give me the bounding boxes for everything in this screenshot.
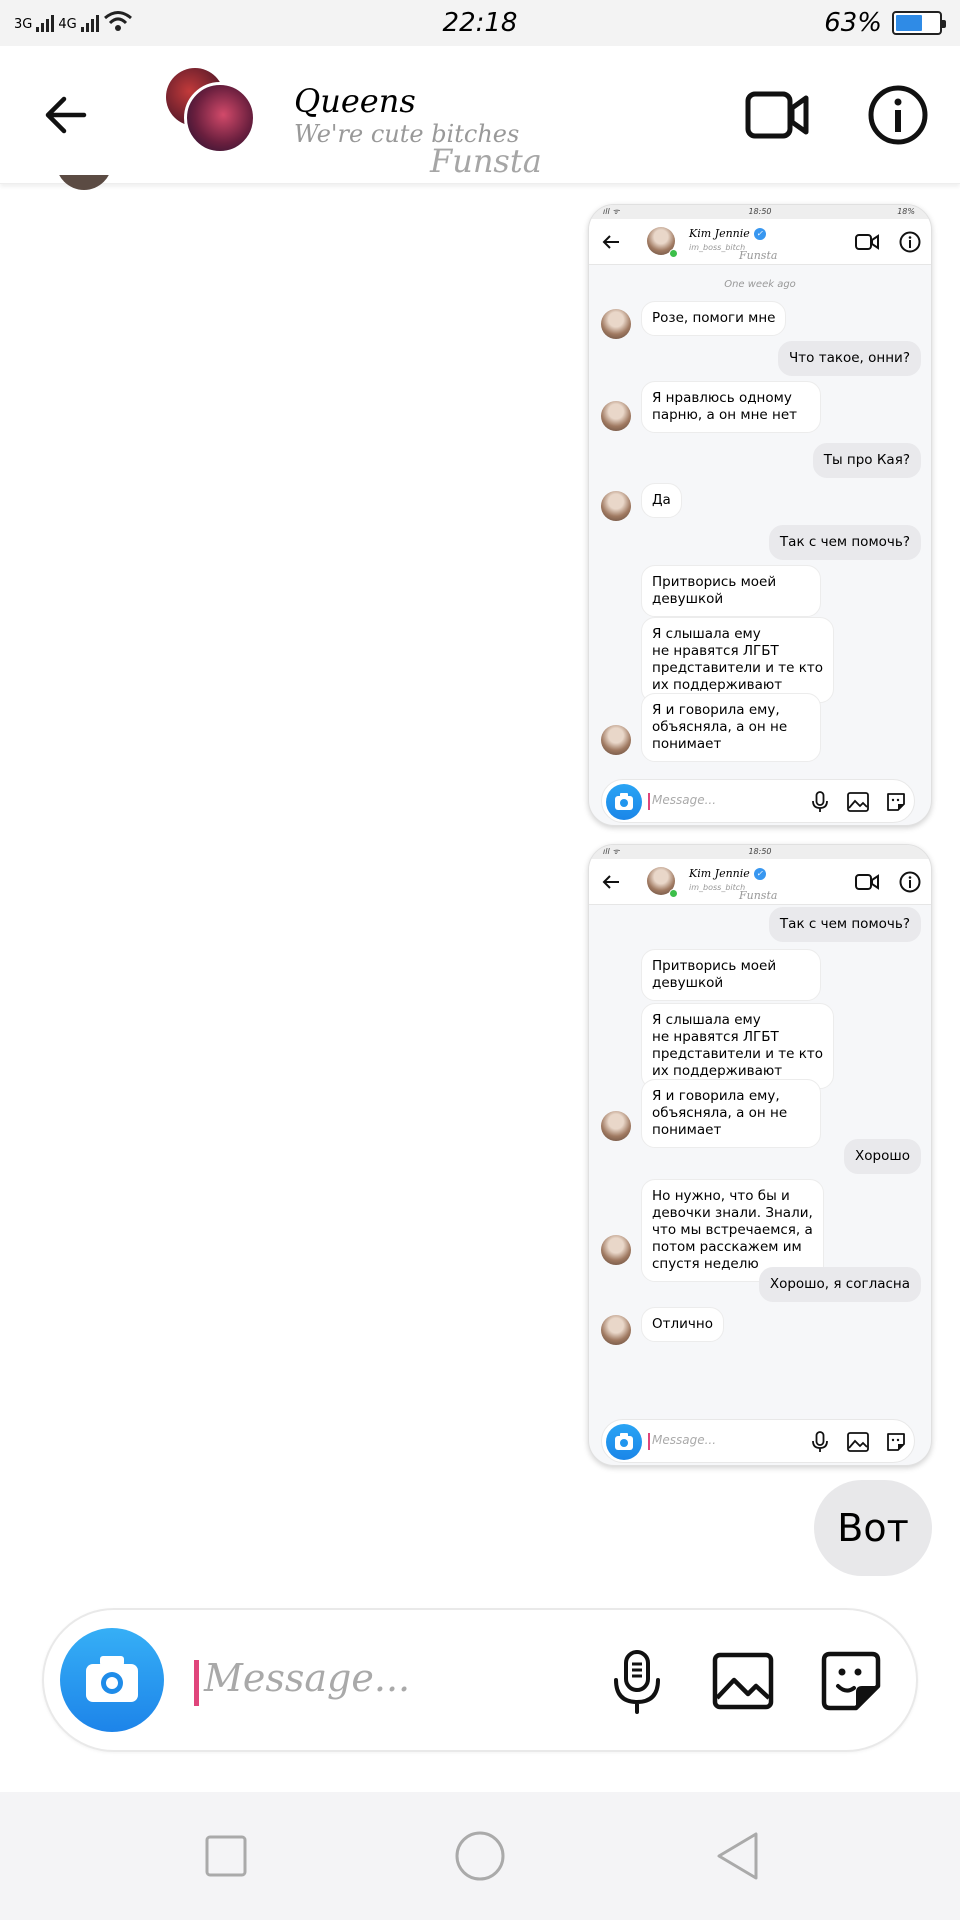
mini-placeholder: Message... bbox=[652, 1433, 717, 1447]
microphone-icon bbox=[812, 1431, 828, 1452]
arrow-left-icon[interactable] bbox=[40, 90, 90, 140]
mini-header: Kim Jennie ✓ im_boss_bitch Funsta bbox=[589, 219, 931, 265]
clock: 22:18 bbox=[442, 8, 518, 38]
mini-composer: Message... bbox=[601, 1419, 915, 1463]
video-camera-icon bbox=[855, 234, 879, 250]
sticker-icon bbox=[887, 793, 905, 811]
mini-sent-message: Так с чем помочь? bbox=[768, 525, 921, 560]
mini-received-message: Я слышала ему не нравятся ЛГБТ представи… bbox=[641, 1003, 834, 1089]
shared-screenshot-2[interactable]: ıll ᯤ 18:50 Kim Jennie ✓ im_boss_bitch Fun… bbox=[588, 844, 932, 1466]
online-dot bbox=[669, 889, 678, 898]
contact-username: im_boss_bitch bbox=[689, 883, 746, 892]
mini-composer: Message... bbox=[601, 779, 915, 823]
mini-received-message: Я и говорила ему, объясняла, а он не пон… bbox=[641, 1079, 821, 1148]
image-icon[interactable] bbox=[710, 1648, 776, 1714]
chat-header: Queens We're cute bitches Funsta bbox=[0, 46, 960, 184]
system-nav-bar bbox=[0, 1792, 960, 1920]
mini-received-message: Да bbox=[641, 483, 682, 518]
mini-header: Kim Jennie ✓ im_boss_bitch Funsta bbox=[589, 859, 931, 905]
mini-placeholder: Message... bbox=[652, 793, 717, 807]
mini-sent-message: Хорошо bbox=[844, 1139, 921, 1174]
contact-name: Kim Jennie ✓ bbox=[689, 867, 766, 880]
status-bar: 3G 4G 22:18 63% bbox=[0, 0, 960, 46]
mini-received-message: Притворись моей девушкой bbox=[641, 949, 821, 1001]
mini-thread: Так с чем помочь? Притворись моей девушко… bbox=[589, 905, 931, 1405]
sent-message-bubble[interactable]: Вот bbox=[814, 1480, 932, 1576]
chat-title[interactable]: Queens bbox=[294, 82, 416, 120]
avatar bbox=[601, 1235, 631, 1265]
message-composer: Message... bbox=[42, 1608, 918, 1752]
sticker-icon bbox=[887, 1433, 905, 1451]
arrow-left-icon bbox=[602, 875, 619, 889]
microphone-icon[interactable] bbox=[604, 1648, 670, 1714]
avatar bbox=[601, 1315, 631, 1345]
battery-percent: 63% bbox=[824, 8, 882, 38]
mini-received-message: Розе, помоги мне bbox=[641, 301, 787, 336]
image-icon bbox=[847, 792, 869, 812]
avatar bbox=[601, 309, 631, 339]
microphone-icon bbox=[812, 791, 828, 812]
watermark: Funsta bbox=[739, 249, 778, 262]
avatar bbox=[601, 1111, 631, 1141]
mini-received-message: Отлично bbox=[641, 1307, 724, 1342]
text-cursor bbox=[648, 1433, 650, 1450]
mini-clock: 18:50 bbox=[748, 207, 772, 216]
mini-received-message: Я слышала ему не нравятся ЛГБТ представи… bbox=[641, 617, 834, 703]
mini-received-message: Я и говорила ему, объясняла, а он не пон… bbox=[641, 693, 821, 762]
verified-icon: ✓ bbox=[753, 227, 766, 240]
date-divider: One week ago bbox=[724, 279, 796, 290]
avatar bbox=[184, 82, 256, 154]
mini-status-bar: ıll ᯤ 18:50 18% bbox=[589, 205, 931, 219]
camera-icon bbox=[86, 1656, 138, 1702]
video-camera-icon[interactable] bbox=[744, 84, 810, 146]
group-avatar[interactable] bbox=[166, 68, 256, 156]
mini-sent-message: Хорошо, я согласна bbox=[758, 1267, 921, 1302]
avatar bbox=[601, 401, 631, 431]
contact-name: Kim Jennie ✓ bbox=[689, 227, 766, 240]
video-camera-icon bbox=[855, 874, 879, 890]
camera-button[interactable] bbox=[60, 1628, 164, 1732]
sticker-icon[interactable] bbox=[818, 1648, 884, 1714]
watermark: Funsta bbox=[739, 889, 778, 902]
verified-icon: ✓ bbox=[753, 867, 766, 880]
info-icon bbox=[899, 231, 921, 253]
text-cursor bbox=[648, 793, 650, 810]
shared-screenshot-1[interactable]: ıll ᯤ 18:50 18% Kim Jennie ✓ im_boss_bitch … bbox=[588, 204, 932, 826]
battery-icon bbox=[892, 11, 946, 35]
arrow-left-icon bbox=[602, 235, 619, 249]
info-icon[interactable] bbox=[866, 84, 930, 146]
camera-icon bbox=[606, 1424, 642, 1460]
mini-sent-message: Ты про Кая? bbox=[812, 443, 921, 478]
mini-received-message: Я нравлюсь одному парню, а он мне нет bbox=[641, 381, 821, 433]
text-cursor bbox=[194, 1660, 199, 1706]
avatar bbox=[601, 491, 631, 521]
contact-username: im_boss_bitch bbox=[689, 243, 746, 252]
mini-status-bar: ıll ᯤ 18:50 bbox=[589, 845, 931, 859]
mini-sent-message: Что такое, онни? bbox=[778, 341, 921, 376]
mini-received-message: Притворись моей девушкой bbox=[641, 565, 821, 617]
mini-thread: One week ago Розе, помоги мне Что такое, … bbox=[589, 265, 931, 765]
message-input[interactable]: Message... bbox=[204, 1656, 410, 1700]
mini-clock: 18:50 bbox=[748, 847, 772, 856]
battery-area: 63% bbox=[824, 8, 946, 38]
avatar bbox=[601, 725, 631, 755]
info-icon bbox=[899, 871, 921, 893]
online-dot bbox=[669, 249, 678, 258]
triangle-back-icon[interactable] bbox=[710, 1828, 766, 1884]
mini-battery: 18% bbox=[897, 207, 915, 216]
circle-icon[interactable] bbox=[452, 1828, 508, 1884]
square-icon[interactable] bbox=[198, 1828, 254, 1884]
camera-icon bbox=[606, 784, 642, 820]
image-icon bbox=[847, 1432, 869, 1452]
watermark: Funsta bbox=[430, 142, 542, 180]
mini-sent-message: Так с чем помочь? bbox=[768, 907, 921, 942]
